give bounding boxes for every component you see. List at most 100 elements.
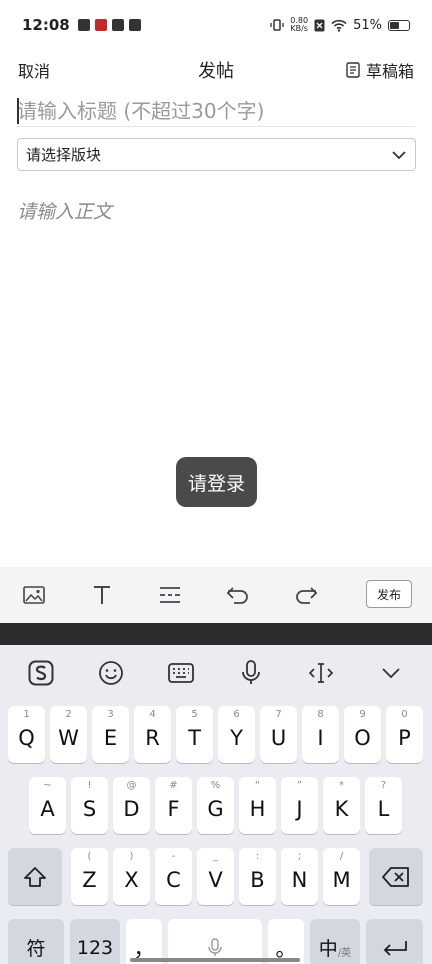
key-hint: :	[255, 851, 260, 862]
key-q[interactable]: 1Q	[8, 706, 45, 763]
keyboard-layout-button[interactable]	[161, 653, 201, 693]
symbols-key[interactable]: 符	[8, 919, 64, 964]
undo-button[interactable]	[204, 567, 272, 623]
language-toggle-key[interactable]: 中/英	[310, 919, 360, 964]
key-n[interactable]: ; N	[281, 848, 318, 905]
numbers-key[interactable]: 123	[70, 919, 120, 964]
vibrate-icon	[270, 19, 284, 31]
key-label: F	[167, 796, 180, 821]
key-z[interactable]: (Z	[71, 848, 108, 905]
insert-image-button[interactable]	[0, 567, 68, 623]
key-b[interactable]: :B	[239, 848, 276, 905]
cancel-button[interactable]: 取消	[18, 58, 50, 82]
key-k[interactable]: * K	[323, 777, 360, 834]
key-hint: _	[213, 851, 218, 862]
chevron-down-icon	[382, 668, 400, 679]
title-input[interactable]	[17, 95, 415, 127]
key-h[interactable]: “H	[239, 777, 276, 834]
section-select[interactable]: 请选择版块	[17, 138, 416, 171]
key-w[interactable]: 2W	[50, 706, 87, 763]
key-hint: 1	[23, 709, 30, 720]
cursor-move-icon	[308, 663, 334, 683]
key-o[interactable]: 9O	[344, 706, 381, 763]
key-c[interactable]: -C	[155, 848, 192, 905]
network-speed: 0.80 KB/s	[290, 17, 308, 33]
publish-button[interactable]: 发布	[366, 580, 412, 608]
keyboard-icon	[168, 663, 194, 683]
sogou-logo-button[interactable]	[21, 653, 61, 693]
key-hint: ?	[380, 780, 387, 791]
drafts-button[interactable]: 草稿箱	[346, 58, 414, 82]
key-a[interactable]: ~ A	[29, 777, 66, 834]
key-g[interactable]: % G	[197, 777, 234, 834]
drafts-label: 草稿箱	[365, 62, 414, 81]
key-hint: 4	[149, 709, 156, 720]
key-j[interactable]: ” J	[281, 777, 318, 834]
backspace-key[interactable]	[369, 848, 423, 905]
microphone-icon	[208, 937, 222, 956]
key-label: M	[332, 867, 351, 892]
emoji-button[interactable]	[91, 653, 131, 693]
mail-notification-icon	[111, 19, 124, 31]
hide-keyboard-button[interactable]	[371, 653, 411, 693]
key-label: U	[270, 725, 287, 750]
key-d[interactable]: @ D	[113, 777, 150, 834]
wifi-icon	[331, 19, 347, 32]
key-r[interactable]: 4R	[134, 706, 171, 763]
enter-key[interactable]	[366, 919, 423, 964]
status-time: 12:08	[22, 16, 70, 34]
key-y[interactable]: 6Y	[218, 706, 255, 763]
key-hint: /	[339, 851, 344, 862]
key-label: H	[249, 796, 266, 821]
enter-icon	[383, 940, 407, 956]
key-hint: )	[129, 851, 134, 862]
key-label: Q	[18, 725, 35, 750]
key-u[interactable]: 7U	[260, 706, 297, 763]
key-hint: ~	[43, 780, 52, 791]
key-f[interactable]: # F	[155, 777, 192, 834]
divider-button[interactable]	[136, 567, 204, 623]
sync-notification-icon	[128, 19, 141, 31]
key-label: O	[354, 725, 371, 750]
key-e[interactable]: 3E	[92, 706, 129, 763]
key-m[interactable]: / M	[323, 848, 360, 905]
key-s[interactable]: ! S	[71, 777, 108, 834]
document-icon	[346, 62, 360, 78]
key-i[interactable]: 8I	[302, 706, 339, 763]
text-format-button[interactable]	[68, 567, 136, 623]
section-select-label: 请选择版块	[26, 146, 102, 164]
keyboard-divider-band	[0, 623, 432, 645]
key-t[interactable]: 5T	[176, 706, 213, 763]
key-hint: (	[87, 851, 92, 862]
key-label: J	[296, 796, 303, 821]
key-l[interactable]: ? L	[365, 777, 402, 834]
key-label: W	[58, 725, 79, 750]
language-sub-label: /英	[337, 948, 352, 959]
redo-icon	[296, 587, 318, 604]
app-notification-icon	[77, 19, 90, 31]
key-x[interactable]: ) X	[113, 848, 150, 905]
keyboard-toolbar	[0, 645, 432, 701]
shift-key[interactable]	[8, 848, 62, 905]
text-cursor	[17, 98, 19, 124]
key-label: B	[250, 867, 265, 892]
chevron-down-icon	[392, 150, 406, 159]
image-icon	[23, 586, 45, 604]
news-notification-icon	[94, 19, 107, 31]
key-label: A	[40, 796, 55, 821]
key-hint: ;	[297, 851, 302, 862]
key-v[interactable]: _ V	[197, 848, 234, 905]
key-hint: #	[169, 780, 178, 791]
voice-input-button[interactable]	[231, 653, 271, 693]
key-hint: %	[210, 780, 221, 791]
key-p[interactable]: 0P	[386, 706, 423, 763]
text-format-icon	[94, 586, 110, 604]
shift-arrow-icon	[24, 866, 46, 887]
status-bar: 12:08 0.80 KB/s 51%	[0, 0, 432, 50]
key-hint: 3	[107, 709, 114, 720]
body-input[interactable]: 请输入正文	[17, 197, 112, 224]
key-label: G	[207, 796, 224, 821]
top-bar: 取消 发帖 草稿箱	[0, 52, 432, 88]
redo-button[interactable]	[272, 567, 340, 623]
cursor-move-button[interactable]	[301, 653, 341, 693]
